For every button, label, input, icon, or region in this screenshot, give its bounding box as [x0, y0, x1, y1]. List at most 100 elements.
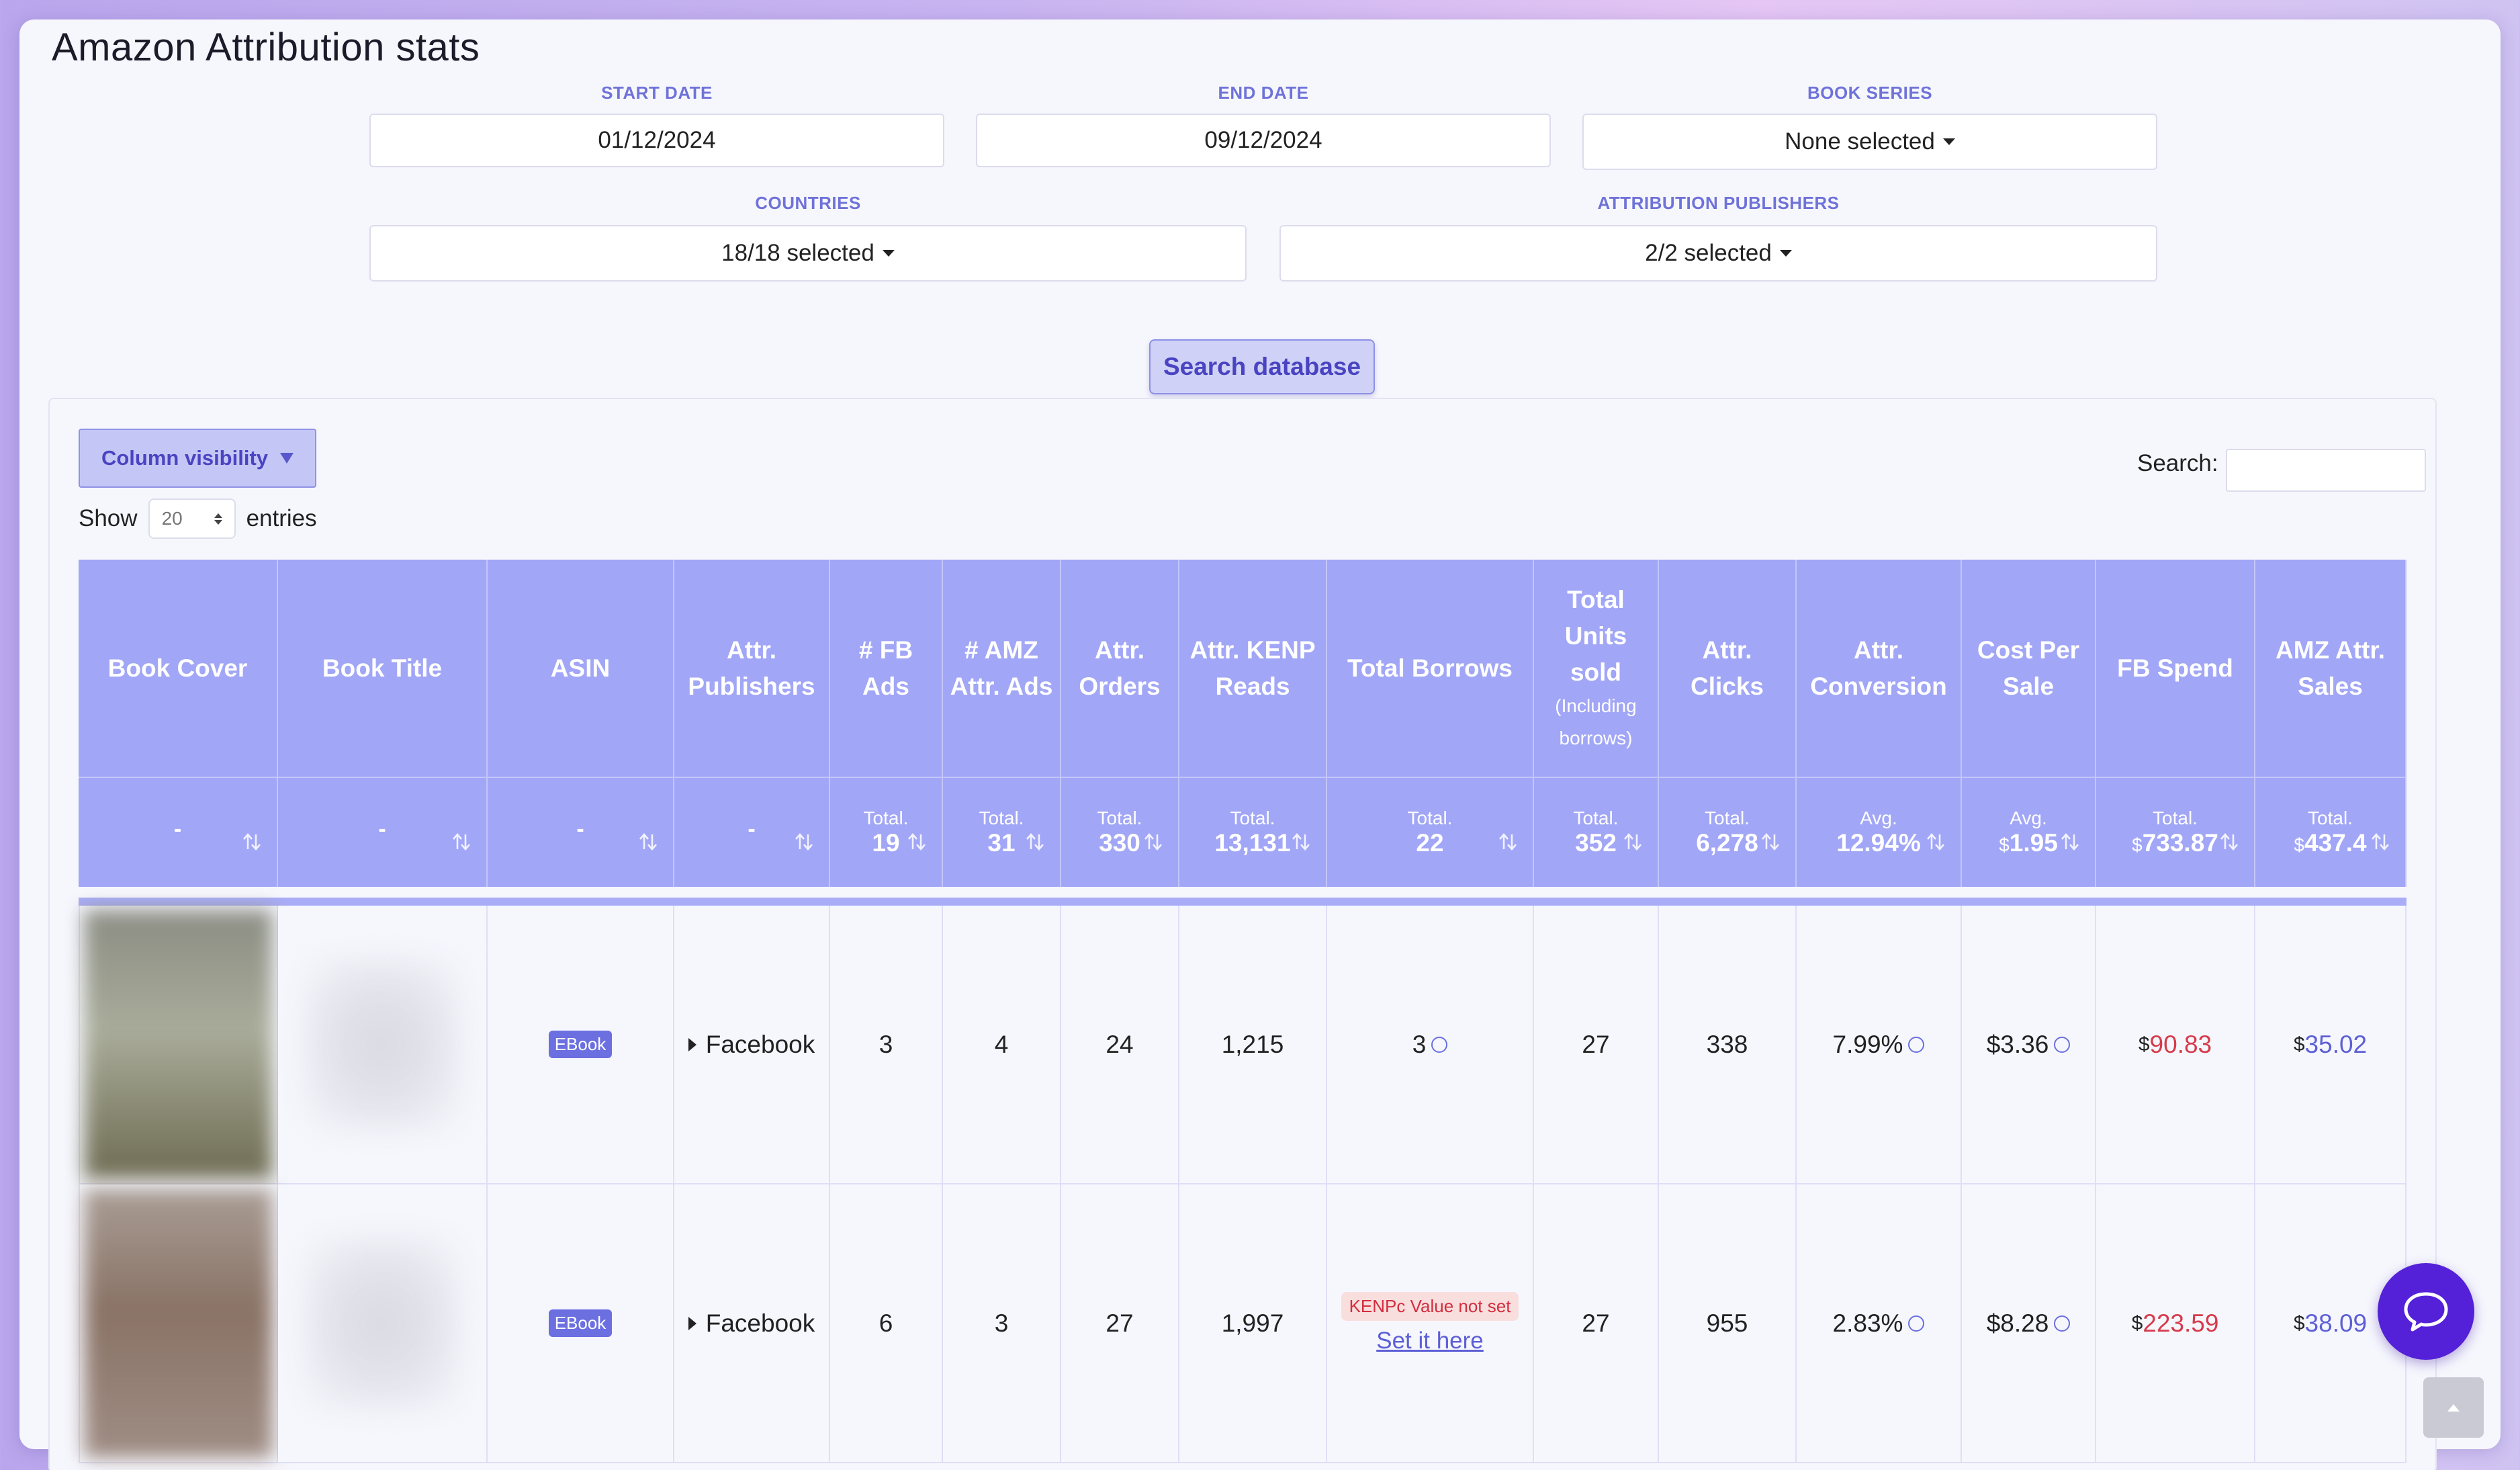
question-circle-icon[interactable]: [2054, 1315, 2071, 1332]
aggregate-label: Total.: [979, 808, 1024, 828]
sort-icon[interactable]: [907, 832, 927, 852]
amz-sales-cell: $35.02: [2255, 906, 2406, 1184]
entries-select[interactable]: 20: [148, 499, 236, 539]
book-cover-image[interactable]: [84, 910, 273, 1179]
aggregate-number: 12.94%: [1836, 829, 1921, 857]
column-header[interactable]: Cost Per Sale: [1962, 560, 2096, 778]
aggregate-empty: -: [173, 816, 182, 842]
column-header[interactable]: # AMZ Attr. Ads: [943, 560, 1061, 778]
sort-icon[interactable]: [1291, 832, 1311, 852]
sort-icon[interactable]: [1025, 832, 1045, 852]
end-date-label: END DATE: [1218, 83, 1309, 103]
start-date-input[interactable]: 01/12/2024: [369, 114, 944, 167]
aggregate-number: 6,278: [1696, 829, 1758, 857]
aggregate-cell: Total. 31: [943, 778, 1061, 887]
conversion-cell: 7.99%: [1797, 906, 1962, 1184]
publisher-expand-toggle[interactable]: Facebook: [688, 1309, 815, 1338]
amz-ads-cell-value: 3: [994, 1309, 1009, 1337]
column-visibility-button[interactable]: Column visibility: [79, 429, 316, 488]
aggregate-number: 437.4: [2304, 829, 2367, 857]
sort-icon[interactable]: [451, 832, 471, 852]
column-header-text: # AMZ Attr. Ads: [948, 632, 1054, 704]
sort-icon[interactable]: [1623, 832, 1643, 852]
aggregate-value: 22: [1416, 829, 1443, 857]
publisher-cell: Facebook: [674, 906, 830, 1184]
column-header-text: # FB Ads: [836, 632, 936, 704]
sort-icon[interactable]: [1926, 832, 1946, 852]
amz-ads-cell: 4: [943, 906, 1061, 1184]
aggregate-cell: Avg. 12.94%: [1797, 778, 1962, 887]
attribution-publishers-dropdown[interactable]: 2/2 selected: [1279, 225, 2157, 282]
table-search-input[interactable]: [2226, 449, 2426, 492]
fb-spend-value: 90.83: [2149, 1030, 2212, 1058]
column-header-label: Total Borrows: [1347, 654, 1513, 682]
column-header[interactable]: # FB Ads: [830, 560, 943, 778]
ebook-badge: EBook: [548, 1031, 613, 1058]
caret-down-icon: [882, 250, 895, 257]
column-header[interactable]: Attr. Publishers: [674, 560, 830, 778]
sort-icon[interactable]: [1143, 832, 1163, 852]
aggregate-empty: -: [378, 816, 386, 842]
column-header[interactable]: Attr. Orders: [1061, 560, 1179, 778]
column-header[interactable]: Total Borrows: [1327, 560, 1534, 778]
aggregate-block: Avg. 12.94%: [1836, 808, 1921, 857]
column-header[interactable]: Attr. KENP Reads: [1179, 560, 1327, 778]
column-header[interactable]: Book Title: [278, 560, 488, 778]
book-series-label: BOOK SERIES: [1807, 83, 1933, 103]
aggregate-label: Total.: [863, 808, 909, 828]
book-cover-image[interactable]: [84, 1188, 273, 1458]
set-kenpc-link[interactable]: Set it here: [1376, 1328, 1484, 1354]
currency-symbol: $: [2132, 834, 2143, 855]
column-header[interactable]: Book Cover: [79, 560, 278, 778]
question-circle-icon[interactable]: [1908, 1036, 1925, 1053]
aggregate-block: Total. 330: [1097, 808, 1142, 857]
aggregate-label: Total.: [2308, 808, 2353, 828]
sort-icon[interactable]: [2060, 832, 2080, 852]
column-header[interactable]: FB Spend: [2096, 560, 2255, 778]
currency-symbol: $: [1999, 834, 2010, 855]
chat-button[interactable]: [2378, 1263, 2474, 1360]
aggregate-cell: Total. 352: [1534, 778, 1659, 887]
scroll-to-top-button[interactable]: [2423, 1377, 2484, 1438]
sort-icon[interactable]: [2219, 832, 2239, 852]
aggregate-label: Avg.: [1860, 808, 1897, 828]
aggregate-number: 352: [1575, 829, 1617, 857]
table-search-label: Search:: [2137, 450, 2218, 476]
clicks-cell-value: 338: [1706, 1030, 1748, 1058]
sort-icon[interactable]: [1760, 832, 1781, 852]
column-header-text: Attr. Clicks: [1664, 632, 1790, 704]
aggregate-cell: -: [278, 778, 488, 887]
question-circle-icon[interactable]: [1908, 1315, 1925, 1332]
column-header[interactable]: ASIN: [488, 560, 674, 778]
sort-icon[interactable]: [1498, 832, 1518, 852]
book-series-dropdown[interactable]: None selected: [1582, 114, 2157, 170]
countries-dropdown[interactable]: 18/18 selected: [369, 225, 1247, 282]
book-cover-cell: [79, 906, 278, 1184]
sort-icon[interactable]: [794, 832, 814, 852]
entries-value: 20: [161, 508, 183, 529]
column-header-label: Attr. Conversion: [1810, 636, 1947, 700]
publisher-expand-toggle[interactable]: Facebook: [688, 1031, 815, 1059]
cost-per-sale-cell: $3.36: [1962, 906, 2096, 1184]
question-circle-icon[interactable]: [1431, 1036, 1448, 1053]
sort-icon[interactable]: [242, 832, 262, 852]
table-separator: [79, 898, 2406, 906]
sort-icon[interactable]: [638, 832, 658, 852]
search-database-button[interactable]: Search database: [1149, 339, 1375, 394]
fb-ads-cell: 6: [830, 1184, 943, 1463]
column-header[interactable]: AMZ Attr. Sales: [2255, 560, 2406, 778]
column-header[interactable]: Total Units sold (Including borrows): [1534, 560, 1659, 778]
end-date-input[interactable]: 09/12/2024: [976, 114, 1551, 167]
aggregate-block: Total. 31: [979, 808, 1024, 857]
column-header[interactable]: Attr. Clicks: [1659, 560, 1797, 778]
currency-symbol: $: [2293, 1033, 2305, 1055]
column-header[interactable]: Attr. Conversion: [1797, 560, 1962, 778]
question-circle-icon[interactable]: [2054, 1036, 2071, 1053]
currency-symbol: $: [2138, 1033, 2150, 1055]
sort-icon[interactable]: [2370, 832, 2390, 852]
column-header-label: FB Spend: [2117, 654, 2233, 682]
fb-ads-cell-value: 3: [879, 1030, 893, 1058]
start-date-value: 01/12/2024: [598, 127, 716, 153]
kenpc-warning: KENPc Value not set Set it here: [1341, 1292, 1519, 1354]
conversion-cell: 2.83%: [1797, 1184, 1962, 1463]
